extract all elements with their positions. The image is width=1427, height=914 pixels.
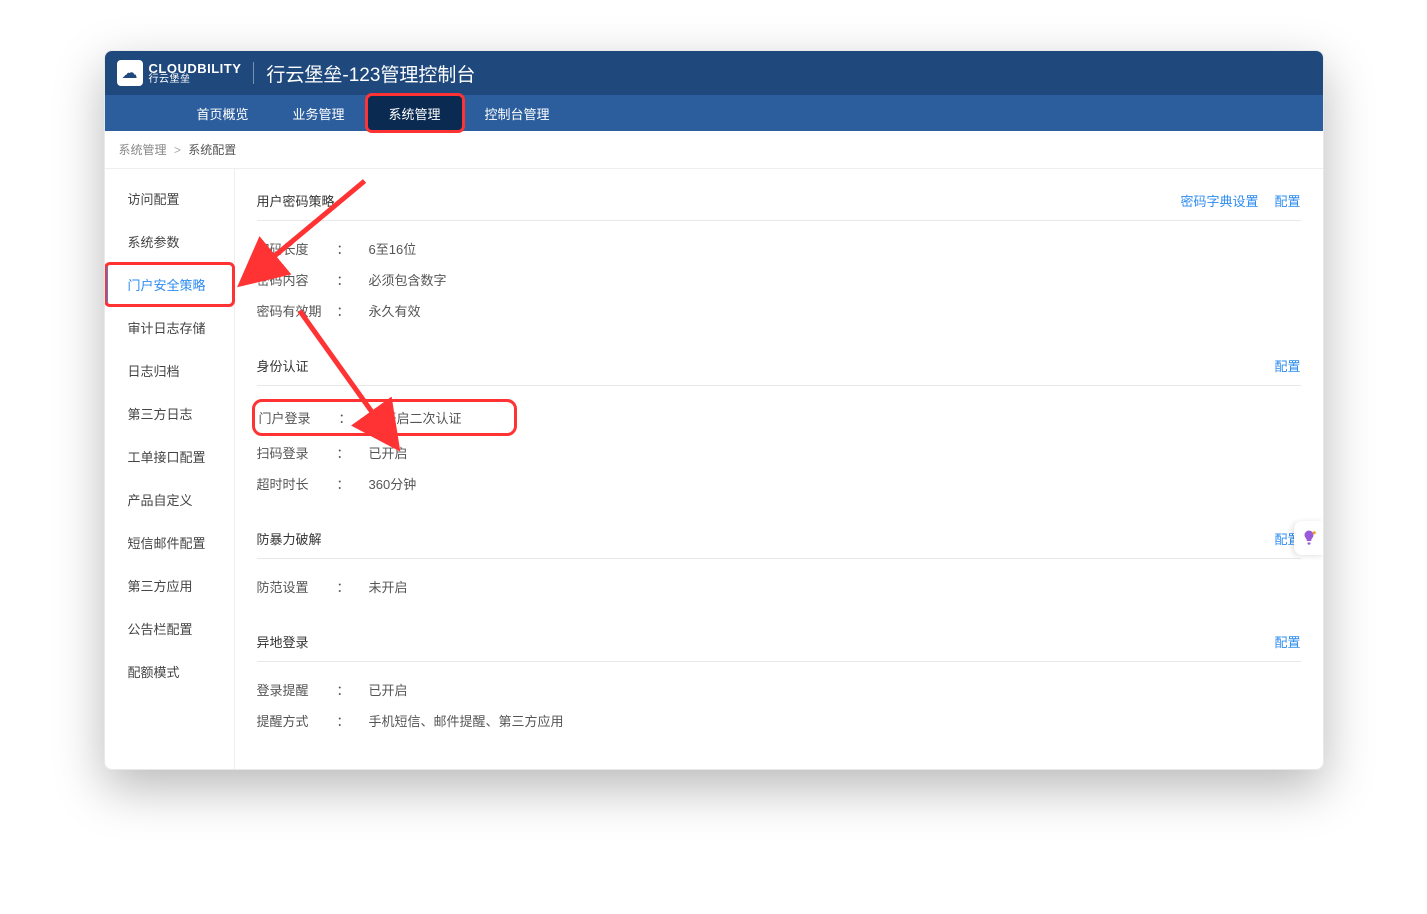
header: ☁ CLOUDBILITY 行云堡垒 行云堡垒-123管理控制台 [105,51,1323,95]
help-button[interactable] [1294,521,1324,555]
header-divider [253,62,254,84]
nav-item-3[interactable]: 控制台管理 [463,95,572,131]
kv-value: 永久有效 [369,301,421,320]
kv-row: 扫码登录：已开启 [257,437,1301,468]
sidebar-item-3[interactable]: 审计日志存储 [105,306,234,349]
link-config-remote[interactable]: 配置 [1274,632,1300,651]
logo-main: CLOUDBILITY [149,62,242,75]
kv-value: 未开启 [369,577,408,596]
kv-key: 提醒方式 [257,711,337,730]
section-title-pwd: 用户密码策略 [257,191,335,210]
kv-row: 门户登录：不开启二次认证 [257,398,1301,437]
section-title-auth: 身份认证 [257,356,309,375]
link-config-auth[interactable]: 配置 [1274,356,1300,375]
kv-key: 超时时长 [257,474,337,493]
section-title-remote: 异地登录 [257,632,309,651]
sidebar-item-1[interactable]: 系统参数 [105,220,234,263]
logo-sub: 行云堡垒 [149,75,242,85]
kv-row: 防范设置：未开启 [257,571,1301,602]
section-links-pwd: 密码字典设置 配置 [1180,191,1300,210]
nav-item-0[interactable]: 首页概览 [175,95,271,131]
breadcrumb-root[interactable]: 系统管理 [119,143,167,157]
sidebar-item-7[interactable]: 产品自定义 [105,478,234,521]
kv-value: 不开启二次认证 [371,408,462,427]
brand-logo[interactable]: ☁ CLOUDBILITY 行云堡垒 [117,60,242,86]
sidebar-item-9[interactable]: 第三方应用 [105,564,234,607]
sidebar-item-2[interactable]: 门户安全策略 [105,263,234,306]
main-content: 用户密码策略 密码字典设置 配置 密码长度：6至16位密码内容：必须包含数字密码… [235,169,1323,769]
sidebar-item-10[interactable]: 公告栏配置 [105,607,234,650]
kv-row: 密码长度：6至16位 [257,233,1301,264]
lightbulb-icon [1300,529,1318,547]
kv-value: 6至16位 [369,239,417,258]
section-title-brute: 防暴力破解 [257,529,322,548]
kv-key: 门户登录 [259,408,339,427]
link-password-dict[interactable]: 密码字典设置 [1180,191,1258,210]
sidebar-item-8[interactable]: 短信邮件配置 [105,521,234,564]
kv-value: 手机短信、邮件提醒、第三方应用 [369,711,564,730]
kv-row: 提醒方式：手机短信、邮件提醒、第三方应用 [257,705,1301,736]
kv-key: 密码长度 [257,239,337,258]
kv-key: 登录提醒 [257,680,337,699]
kv-value: 已开启 [369,680,408,699]
sidebar-item-5[interactable]: 第三方日志 [105,392,234,435]
logo-mark-icon: ☁ [117,60,143,86]
breadcrumb: 系统管理 > 系统配置 [105,131,1323,169]
link-config-pwd[interactable]: 配置 [1274,191,1300,210]
kv-key: 扫码登录 [257,443,337,462]
kv-key: 密码有效期 [257,301,337,320]
kv-row: 密码有效期：永久有效 [257,295,1301,326]
kv-row: 超时时长：360分钟 [257,468,1301,499]
kv-row: 密码内容：必须包含数字 [257,264,1301,295]
nav-item-2[interactable]: 系统管理 [367,95,463,131]
breadcrumb-current: 系统配置 [188,143,236,157]
kv-row: 登录提醒：已开启 [257,674,1301,705]
sidebar-item-11[interactable]: 配额模式 [105,650,234,693]
breadcrumb-sep: > [174,143,181,157]
sidebar: 访问配置系统参数门户安全策略审计日志存储日志归档第三方日志工单接口配置产品自定义… [105,169,235,769]
top-nav: 首页概览业务管理系统管理控制台管理 [105,95,1323,131]
kv-value: 必须包含数字 [369,270,447,289]
sidebar-item-4[interactable]: 日志归档 [105,349,234,392]
kv-key: 密码内容 [257,270,337,289]
kv-key: 防范设置 [257,577,337,596]
kv-value: 已开启 [369,443,408,462]
nav-item-1[interactable]: 业务管理 [271,95,367,131]
sidebar-item-0[interactable]: 访问配置 [105,177,234,220]
kv-value: 360分钟 [369,474,417,493]
page-title: 行云堡垒-123管理控制台 [266,60,475,87]
sidebar-item-6[interactable]: 工单接口配置 [105,435,234,478]
